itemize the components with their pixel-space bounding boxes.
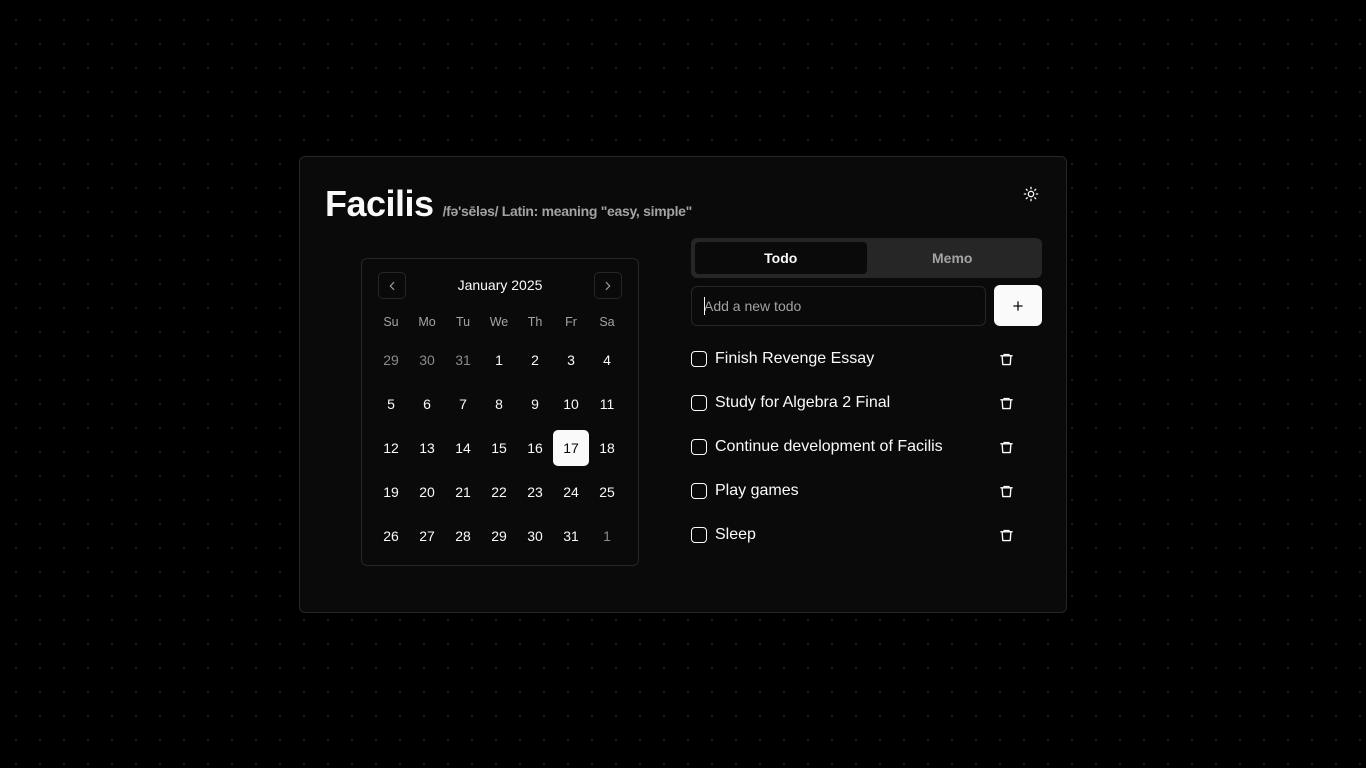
text-caret — [704, 297, 705, 315]
app-card: Facilis /fə'sēləs/ Latin: meaning "easy,… — [299, 156, 1067, 613]
calendar-day[interactable]: 29 — [481, 518, 517, 554]
delete-todo-button[interactable] — [996, 437, 1016, 457]
trash-icon — [999, 441, 1013, 453]
calendar-day[interactable]: 25 — [589, 474, 625, 510]
calendar-day[interactable]: 7 — [445, 386, 481, 422]
calendar-day[interactable]: 8 — [481, 386, 517, 422]
calendar-day[interactable]: 14 — [445, 430, 481, 466]
trash-icon — [999, 529, 1013, 541]
sun-icon — [1023, 186, 1039, 202]
weekday-label: Th — [527, 315, 543, 329]
todo-checkbox[interactable] — [691, 527, 707, 543]
add-todo-button[interactable] — [994, 285, 1042, 326]
calendar-day[interactable]: 6 — [409, 386, 445, 422]
calendar-day[interactable]: 18 — [589, 430, 625, 466]
todo-checkbox[interactable] — [691, 395, 707, 411]
next-month-button[interactable] — [594, 272, 622, 299]
calendar-days-grid: 29 30 31 1 2 3 4 5 6 7 8 9 10 11 12 13 14 15 16 17 18 19 20 21 2… — [373, 338, 625, 558]
new-todo-input[interactable] — [691, 286, 986, 326]
calendar-day[interactable]: 19 — [373, 474, 409, 510]
todo-item: Finish Revenge Essay — [691, 337, 1031, 381]
todo-item: Study for Algebra 2 Final — [691, 381, 1031, 425]
calendar-day[interactable]: 15 — [481, 430, 517, 466]
todo-list: Finish Revenge Essay Study for Algebra 2 … — [691, 337, 1031, 557]
calendar-day[interactable]: 30 — [409, 342, 445, 378]
weekday-label: Sa — [599, 315, 615, 329]
trash-icon — [999, 353, 1013, 365]
theme-toggle-button[interactable] — [1018, 181, 1044, 207]
app-subtitle: /fə'sēləs/ Latin: meaning "easy, simple" — [442, 203, 693, 219]
calendar-day[interactable]: 13 — [409, 430, 445, 466]
delete-todo-button[interactable] — [996, 481, 1016, 501]
todo-checkbox[interactable] — [691, 439, 707, 455]
todo-checkbox[interactable] — [691, 351, 707, 367]
calendar-day[interactable]: 12 — [373, 430, 409, 466]
plus-icon — [1013, 300, 1023, 311]
calendar-day[interactable]: 28 — [445, 518, 481, 554]
calendar-day[interactable]: 23 — [517, 474, 553, 510]
delete-todo-button[interactable] — [996, 525, 1016, 545]
calendar-day[interactable]: 1 — [481, 342, 517, 378]
tab-memo[interactable]: Memo — [867, 242, 1039, 274]
todo-text: Continue development of Facilis — [715, 438, 943, 455]
todo-text: Finish Revenge Essay — [715, 350, 875, 367]
view-tabs: Todo Memo — [691, 238, 1042, 278]
trash-icon — [999, 485, 1013, 497]
calendar-day[interactable]: 2 — [517, 342, 553, 378]
calendar-day[interactable]: 4 — [589, 342, 625, 378]
trash-icon — [999, 397, 1013, 409]
calendar-day[interactable]: 5 — [373, 386, 409, 422]
calendar-day[interactable]: 26 — [373, 518, 409, 554]
weekday-label: Tu — [455, 315, 471, 329]
delete-todo-button[interactable] — [996, 393, 1016, 413]
todo-item: Continue development of Facilis — [691, 425, 1031, 469]
todo-checkbox[interactable] — [691, 483, 707, 499]
calendar-day[interactable]: 30 — [517, 518, 553, 554]
calendar-day[interactable]: 31 — [445, 342, 481, 378]
todo-text: Sleep — [715, 526, 756, 543]
app-title: Facilis — [325, 183, 434, 224]
weekday-label: Su — [383, 315, 399, 329]
calendar-day[interactable]: 31 — [553, 518, 589, 554]
calendar-day[interactable]: 27 — [409, 518, 445, 554]
calendar-day[interactable]: 21 — [445, 474, 481, 510]
todo-text: Study for Algebra 2 Final — [715, 394, 891, 411]
header: Facilis /fə'sēləs/ Latin: meaning "easy,… — [325, 183, 692, 225]
chevron-right-icon — [605, 281, 611, 290]
calendar-day[interactable]: 22 — [481, 474, 517, 510]
tab-todo[interactable]: Todo — [695, 242, 867, 274]
delete-todo-button[interactable] — [996, 349, 1016, 369]
calendar-day[interactable]: 1 — [589, 518, 625, 554]
calendar-day[interactable]: 29 — [373, 342, 409, 378]
calendar-day[interactable]: 10 — [553, 386, 589, 422]
calendar-day[interactable]: 3 — [553, 342, 589, 378]
calendar-weekdays: Su Mo Tu We Th Fr Sa — [373, 315, 625, 329]
todo-item: Sleep — [691, 513, 1031, 557]
calendar-day[interactable]: 20 — [409, 474, 445, 510]
calendar-day-selected[interactable]: 17 — [553, 430, 589, 466]
calendar-day[interactable]: 9 — [517, 386, 553, 422]
weekday-label: Mo — [418, 315, 436, 329]
todo-item: Play games — [691, 469, 1031, 513]
calendar-day[interactable]: 11 — [589, 386, 625, 422]
weekday-label: Fr — [565, 315, 577, 329]
calendar-day[interactable]: 16 — [517, 430, 553, 466]
weekday-label: We — [489, 315, 509, 329]
calendar: January 2025 Su Mo Tu We Th Fr Sa 29 30 31 1 2 3 4 5 6… — [361, 258, 639, 566]
todo-text: Play games — [715, 482, 799, 499]
calendar-day[interactable]: 24 — [553, 474, 589, 510]
